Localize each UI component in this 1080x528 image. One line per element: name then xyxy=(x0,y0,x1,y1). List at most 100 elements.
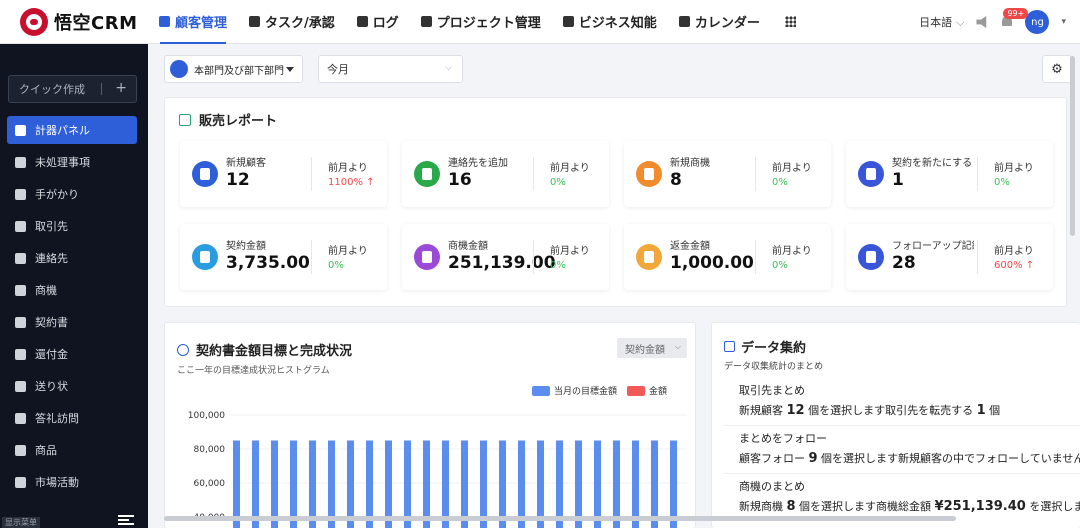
legend-swatch-target[interactable] xyxy=(532,385,550,396)
chart-metric-value: 契約金額 xyxy=(625,344,665,356)
sidebar: クイック作成 + 計器パネル未処理事項手がかり取引先連絡先商機契約書還付金送り状… xyxy=(0,44,148,528)
department-select[interactable]: 本部門及び部下部門 xyxy=(164,55,303,83)
data-summary-title-text: データ集約 xyxy=(741,341,807,356)
sidebar-item-3[interactable]: 取引先 xyxy=(7,212,137,240)
nav-icon xyxy=(249,16,261,27)
y-tick-label: 60,000 xyxy=(194,479,226,489)
chart-metric-dropdown[interactable]: 契約金額 ⌵ xyxy=(617,338,687,358)
target-bar[interactable] xyxy=(575,440,582,528)
sidebar-item-7[interactable]: 還付金 xyxy=(7,340,137,368)
speaker-icon[interactable] xyxy=(976,16,987,28)
language-selector[interactable]: 日本語 ⌵ xyxy=(919,14,964,30)
target-bar[interactable] xyxy=(385,440,392,528)
kpi-change: 0% xyxy=(772,177,788,188)
target-bar[interactable] xyxy=(651,440,658,528)
sidebar-item-label: 商機 xyxy=(35,284,57,297)
notification-bell-icon[interactable]: 99+ xyxy=(1001,8,1029,29)
show-menu-label[interactable]: 显示菜单 xyxy=(2,517,40,528)
gear-icon: ⚙ xyxy=(1051,61,1063,77)
plus-icon[interactable]: + xyxy=(115,80,127,96)
target-bar[interactable] xyxy=(613,440,620,528)
target-bar[interactable] xyxy=(518,440,525,528)
nav-item-1[interactable]: タスク/承認 xyxy=(238,0,346,44)
target-bar[interactable] xyxy=(499,440,506,528)
target-bar[interactable] xyxy=(309,440,316,528)
kpi-card-4[interactable]: 契約金額 3,735.00 前月より 0% xyxy=(180,224,387,290)
nav-item-3[interactable]: プロジェクト管理 xyxy=(410,0,552,44)
target-bar[interactable] xyxy=(537,440,544,528)
target-bar[interactable] xyxy=(442,440,449,528)
nav-item-2[interactable]: ログ xyxy=(346,0,410,44)
divider xyxy=(977,240,978,274)
chevron-down-icon: ⌵ xyxy=(445,63,452,73)
legend-swatch-amount[interactable] xyxy=(627,385,646,396)
nav-item-0[interactable]: 顧客管理 xyxy=(148,0,238,44)
target-bar[interactable] xyxy=(480,440,487,528)
kpi-icon xyxy=(192,161,218,187)
nav-icon xyxy=(159,16,170,27)
target-bar[interactable] xyxy=(632,440,639,528)
legend-label-amount: 金額 xyxy=(649,387,668,397)
nav-item-4[interactable]: ビジネス知能 xyxy=(552,0,668,44)
divider xyxy=(755,157,756,191)
kpi-value: 12 xyxy=(226,170,250,190)
chevron-down-icon: ⌵ xyxy=(674,342,681,351)
kpi-card-7[interactable]: フォローアップ記録 28 前月より 600% ↑ xyxy=(846,224,1053,290)
sidebar-item-1[interactable]: 未処理事項 xyxy=(7,148,137,176)
horizontal-scrollbar[interactable] xyxy=(164,516,956,521)
nav-icon xyxy=(356,16,368,27)
sales-report-panel: 販売レポート 新規顧客 12 前月より 1100% ↑ 連絡先を追加 16 前月より 0% 新規… xyxy=(164,97,1067,307)
sidebar-item-0[interactable]: 計器パネル xyxy=(7,116,137,144)
summary-line: 顧客フォロー 9 個を選択します新規顧客の中でフォローしていません xyxy=(739,450,1080,466)
sidebar-item-8[interactable]: 送り状 xyxy=(7,372,137,400)
kpi-compare-label: 前月より xyxy=(772,246,812,257)
sidebar-item-10[interactable]: 商品 xyxy=(7,436,137,464)
sidebar-item-6[interactable]: 契約書 xyxy=(7,308,137,336)
kpi-label: 商機金額 xyxy=(448,241,488,252)
summary-heading: 商機のまとめ xyxy=(739,480,805,493)
target-bar[interactable] xyxy=(271,440,278,528)
target-bar[interactable] xyxy=(366,440,373,528)
target-bar[interactable] xyxy=(594,440,601,528)
kpi-card-1[interactable]: 連絡先を追加 16 前月より 0% xyxy=(402,141,609,207)
divider xyxy=(533,157,534,191)
target-bar[interactable] xyxy=(233,440,240,528)
summary-part: 新規商機 xyxy=(739,500,787,513)
kpi-card-2[interactable]: 新規商機 8 前月より 0% xyxy=(624,141,831,207)
kpi-card-6[interactable]: 返金金額 1,000.00 前月より 0% xyxy=(624,224,831,290)
user-avatar[interactable]: ng xyxy=(1025,10,1050,34)
kpi-card-0[interactable]: 新規顧客 12 前月より 1100% ↑ xyxy=(180,141,387,207)
contract-bar-chart: 100,00080,00060,00040,000 xyxy=(188,411,687,528)
logo[interactable]: 悟空CRM xyxy=(0,7,148,36)
summary-part: 個を選択します商機総金額 xyxy=(795,500,935,513)
kpi-card-3[interactable]: 契約を新たにする 1 前月より 0% xyxy=(846,141,1053,207)
vertical-scrollbar[interactable] xyxy=(1070,56,1075,236)
target-bar[interactable] xyxy=(252,440,259,528)
chevron-down-icon[interactable]: ▾ xyxy=(1061,17,1066,27)
period-select[interactable]: 今月 ⌵ xyxy=(318,55,463,83)
collapse-menu-icon[interactable] xyxy=(118,515,134,525)
apps-grid-button[interactable] xyxy=(771,0,810,44)
target-bar[interactable] xyxy=(423,440,430,528)
sidebar-item-2[interactable]: 手がかり xyxy=(7,180,137,208)
target-bar[interactable] xyxy=(328,440,335,528)
kpi-compare-label: 前月より xyxy=(550,246,590,257)
kpi-card-5[interactable]: 商機金額 251,139.00 前月より 0% xyxy=(402,224,609,290)
target-bar[interactable] xyxy=(461,440,468,528)
target-bar[interactable] xyxy=(404,440,411,528)
quick-create-button[interactable]: クイック作成 + xyxy=(8,75,137,103)
target-bar[interactable] xyxy=(670,440,677,528)
sidebar-item-4[interactable]: 連絡先 xyxy=(7,244,137,272)
summary-part: 8 xyxy=(786,499,796,514)
legend-label-target: 当月の目標金額 xyxy=(554,387,618,397)
sidebar-item-11[interactable]: 市場活動 xyxy=(7,468,137,496)
nav-item-5[interactable]: カレンダー xyxy=(668,0,771,44)
sidebar-item-label: 還付金 xyxy=(35,348,68,361)
target-bar[interactable] xyxy=(290,440,297,528)
target-bar[interactable] xyxy=(347,440,354,528)
sidebar-item-9[interactable]: 答礼訪問 xyxy=(7,404,137,432)
sidebar-item-5[interactable]: 商機 xyxy=(7,276,137,304)
sidebar-item-label: 計器パネル xyxy=(35,124,90,137)
target-bar[interactable] xyxy=(556,440,563,528)
settings-button[interactable]: ⚙ xyxy=(1042,55,1072,83)
